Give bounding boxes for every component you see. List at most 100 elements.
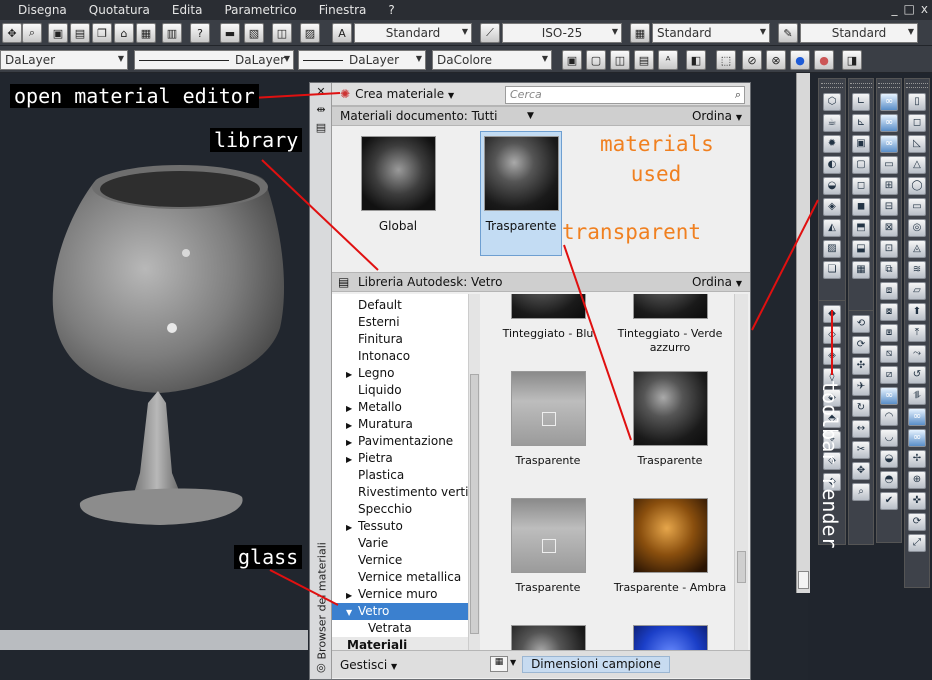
presspull2-icon[interactable]: ⤒ [908,324,926,342]
teapot-icon[interactable]: ☕ [823,114,841,132]
view-iso-icon[interactable]: ⬒ [852,219,870,237]
library-header[interactable]: ▤ Libreria Autodesk: Vetro Ordina ▼ [332,272,750,292]
library-material-item[interactable]: Trasparente [488,498,608,595]
view-iso2-icon[interactable]: ⬓ [852,240,870,258]
array3d-icon[interactable]: ⧇ [880,303,898,321]
library-material-item[interactable]: Trasparente [488,371,608,468]
orbit-icon[interactable]: ⟲ [852,315,870,333]
union3-icon[interactable]: ∞ [908,408,926,426]
tree-item[interactable]: Plastica [332,467,468,484]
gizmo-icon[interactable]: ✢ [908,450,926,468]
tree-item[interactable]: Vetrata [332,620,468,637]
expand-arrow-icon[interactable]: ▶ [346,519,352,536]
tree-item[interactable]: ▼ Vetro [332,603,468,620]
tree-item[interactable]: Liquido [332,382,468,399]
nav-zoom-icon[interactable]: ⌕ [852,483,870,501]
convert-icon[interactable]: ⧉ [880,261,898,279]
tree-item[interactable]: ▶ Vernice muro [332,586,468,603]
realistic-icon[interactable]: ● [814,50,834,70]
fly-icon[interactable]: ✈ [852,378,870,396]
subtract3-icon[interactable]: ∞ [908,429,926,447]
properties-icon[interactable]: ▧ [244,23,264,43]
tree-item[interactable]: Esterni [332,314,468,331]
shell-icon[interactable]: ◓ [880,471,898,489]
clip-icon[interactable]: ✂ [852,441,870,459]
color-select[interactable]: DaColore ▼ [432,50,552,70]
pyramid-icon[interactable]: ◬ [908,240,926,258]
expand-arrow-icon[interactable]: ▶ [346,587,352,604]
tree-item[interactable]: ▶ Legno [332,365,468,382]
materials-browser-icon[interactable]: ◒ [823,177,841,195]
search-input[interactable]: Cerca ⌕ [505,86,745,104]
tree-item[interactable]: Vernice metallica [332,569,468,586]
tree-item[interactable]: Vernice [332,552,468,569]
group-icon[interactable]: ▣ [562,50,582,70]
render-window-icon[interactable]: ▨ [823,240,841,258]
scale-gizmo-icon[interactable]: ⤢ [908,534,926,552]
tree-item[interactable]: ▶ Tessuto [332,518,468,535]
text-style-select[interactable]: Standard ▼ [354,23,472,43]
library-material-item[interactable] [488,625,608,650]
view-left-icon[interactable]: ◻ [852,177,870,195]
distance-icon[interactable]: ↔ [852,420,870,438]
table-style-icon[interactable]: ▦ [630,23,650,43]
menu-edita[interactable]: Edita [161,3,214,17]
section-icon[interactable]: ▭ [880,156,898,174]
loft-icon[interactable]: ⥮ [908,387,926,405]
copy-icon[interactable]: ❐ [92,23,112,43]
menu-help[interactable]: ? [377,3,405,17]
box-icon[interactable]: ◻ [908,114,926,132]
extrude-face-icon[interactable]: ◆ [823,305,841,323]
palette-material-icon[interactable]: ◎ [313,661,329,675]
render-cube-icon[interactable]: ⬡ [823,93,841,111]
tree-item[interactable]: ▶ Metallo [332,399,468,416]
view-front-icon[interactable]: ▢ [852,156,870,174]
expand-arrow-icon[interactable]: ▶ [346,366,352,383]
sweep-icon[interactable]: ⤳ [908,345,926,363]
tree-item[interactable]: Materiali [332,637,468,650]
create-material-button[interactable]: ✺ Crea materiale ▼ [340,87,454,101]
chamfer-icon[interactable]: ◡ [880,429,898,447]
view-top-icon[interactable]: ▣ [852,135,870,153]
subtract-icon[interactable]: ∞ [880,114,898,132]
mleader-style-icon[interactable]: ✎ [778,23,798,43]
presspull-icon[interactable]: ⊠ [880,219,898,237]
expand-arrow-icon[interactable]: ▶ [346,451,352,468]
light-icon[interactable]: ✹ [823,135,841,153]
tree-item[interactable]: Varie [332,535,468,552]
slice-icon[interactable]: ⊞ [880,177,898,195]
material-icon[interactable]: ◐ [823,156,841,174]
visual-styles-icon[interactable]: ◨ [842,50,862,70]
help-icon[interactable]: ? [190,23,210,43]
collapse-arrow-icon[interactable]: ▼ [346,604,352,621]
menu-parametrico[interactable]: Parametrico [213,3,307,17]
swivel-icon[interactable]: ↻ [852,399,870,417]
tree-scrollbar[interactable] [468,294,480,650]
union2-icon[interactable]: ∞ [880,387,898,405]
menu-disegna[interactable]: Disegna [0,3,78,17]
measure-icon[interactable]: ▬ [220,23,240,43]
shaded-blue-icon[interactable]: ● [790,50,810,70]
tree-item[interactable]: ▶ Pietra [332,450,468,467]
plot-icon[interactable]: ⌂ [114,23,134,43]
move3d-icon[interactable]: ⧄ [880,366,898,384]
expand-arrow-icon[interactable]: ▶ [346,417,352,434]
camera-icon[interactable]: ▦ [852,261,870,279]
save-icon[interactable]: ▣ [48,23,68,43]
library-material-item[interactable] [610,625,730,650]
drawing-vertical-scrollbar[interactable] [796,73,810,593]
calc-icon[interactable]: ▥ [162,23,182,43]
group-edit-icon[interactable]: ◫ [610,50,630,70]
dim-style-icon[interactable]: ⟋ [480,23,500,43]
rotate3d-icon[interactable]: ⧅ [880,345,898,363]
dim-style-select[interactable]: ISO-25 ▼ [502,23,622,43]
interfere-icon[interactable]: ⊟ [880,198,898,216]
table-style-select[interactable]: Standard ▼ [652,23,770,43]
drawing-horizontal-scrollbar[interactable] [0,630,308,650]
restore-button[interactable]: □ [904,2,915,16]
walk-icon[interactable]: ✣ [852,357,870,375]
scrollbar-thumb[interactable] [737,551,746,583]
sphere-icon[interactable]: ◯ [908,177,926,195]
torus-icon[interactable]: ◎ [908,219,926,237]
revolve-icon[interactable]: ↺ [908,366,926,384]
